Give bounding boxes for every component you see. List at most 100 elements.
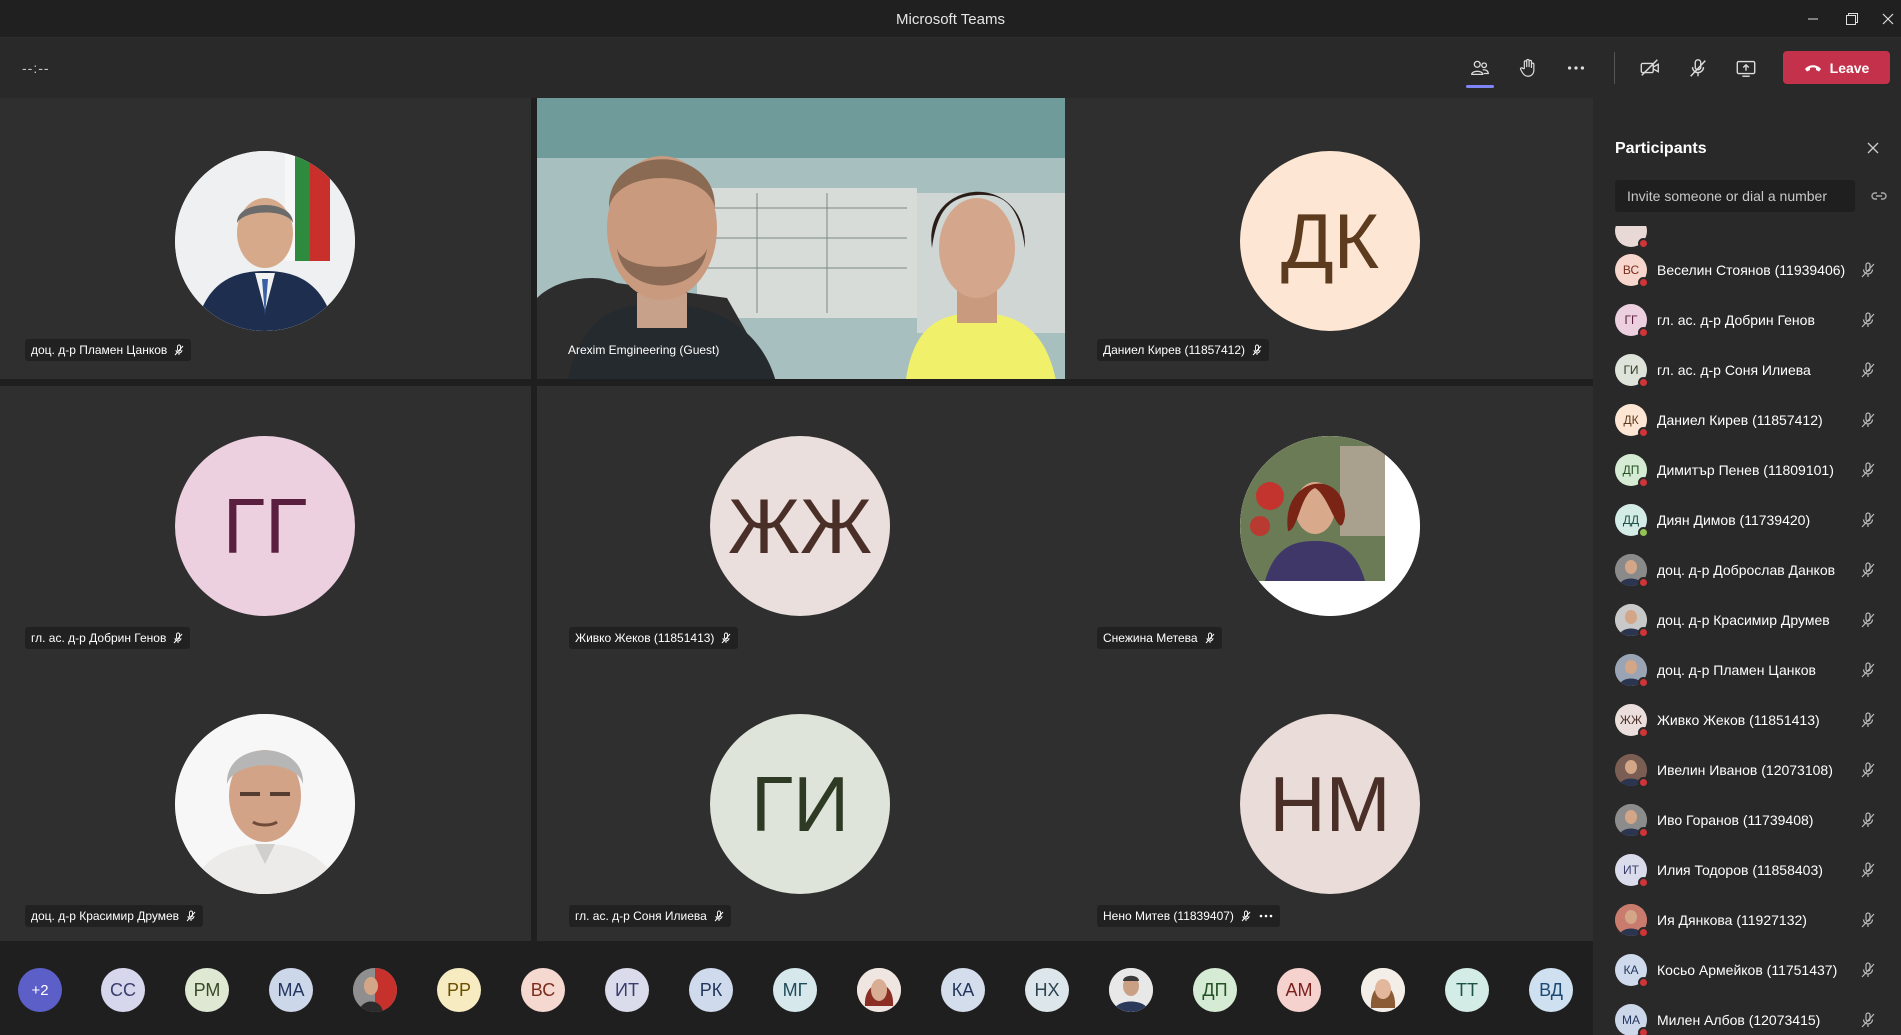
strip-avatar[interactable]: КА [941,968,985,1012]
participant-name: Даниел Кирев (11857412) [1103,343,1245,357]
mic-off-icon [1861,262,1875,278]
participant-name: доц. д-р Доброслав Данков [1657,562,1836,578]
participant-name: доц. д-р Красимир Друмев [1657,612,1830,628]
status-busy-icon [1638,727,1649,738]
video-tile[interactable]: ГГ гл. ас. д-р Добрин Генов [0,386,531,667]
video-tile[interactable]: доц. д-р Красимир Друмев [0,664,531,945]
status-busy-icon [1638,977,1649,988]
participant-row[interactable]: доц. д-р Красимир Друмев [1593,595,1901,645]
close-icon [1882,13,1894,25]
participant-name: Диян Димов (11739420) [1657,512,1811,528]
participant-row[interactable]: ИТ Илия Тодоров (11858403) [1593,845,1901,895]
participant-avatar-photo [1615,804,1649,838]
mic-off-icon [1861,762,1875,778]
strip-avatar-photo[interactable] [1361,968,1405,1012]
minimize-button[interactable] [1795,6,1831,32]
restore-button[interactable] [1834,6,1870,32]
phone-hangup-icon [1804,64,1821,71]
mic-off-icon [1861,612,1875,628]
participant-avatar: ГИ [1615,354,1649,388]
participant-row[interactable]: Ивелин Иванов (12073108) [1593,745,1901,795]
restore-icon [1846,13,1858,25]
participant-avatar: КА [1615,954,1649,988]
video-tile[interactable]: ЖЖ Живко Жеков (11851413) [537,386,1065,667]
video-tile[interactable]: Снежина Метева [1065,386,1593,667]
participant-name-tag: Нено Митев (11839407) [1097,905,1280,927]
strip-avatar[interactable]: РМ [185,968,229,1012]
participant-row[interactable]: КА Косьо Армейков (11751437) [1593,945,1901,995]
strip-avatar[interactable]: СС [101,968,145,1012]
strip-avatar[interactable]: ВД [1529,968,1573,1012]
strip-avatar[interactable]: ТТ [1445,968,1489,1012]
strip-avatar-photo[interactable] [1109,968,1153,1012]
participant-photo [1240,436,1420,616]
video-tile[interactable]: ДК Даниел Кирев (11857412) [1065,98,1593,379]
mic-off-icon [722,632,731,644]
strip-avatar[interactable]: АМ [1277,968,1321,1012]
panel-title: Participants [1615,140,1707,157]
strip-avatar[interactable]: ДП [1193,968,1237,1012]
strip-avatar[interactable]: РР [437,968,481,1012]
strip-avatar[interactable]: МГ [773,968,817,1012]
mic-toggle-button[interactable] [1680,50,1716,86]
status-busy-icon [1638,677,1649,688]
strip-avatar[interactable]: ИТ [605,968,649,1012]
video-tile[interactable]: НМ Нено Митев (11839407) [1065,664,1593,945]
participant-name: Косьо Армейков (11751437) [1657,962,1838,978]
strip-avatar[interactable]: РК [689,968,733,1012]
participant-row[interactable]: ДК Даниел Кирев (11857412) [1593,395,1901,445]
camera-toggle-button[interactable] [1632,50,1668,86]
participant-row[interactable]: доц. д-р Доброслав Данков [1593,545,1901,595]
participant-row[interactable]: ГИ гл. ас. д-р Соня Илиева [1593,345,1901,395]
share-screen-button[interactable] [1728,50,1764,86]
mic-off-icon [1252,344,1262,356]
video-tile[interactable]: Arexim Emgineering (Guest) [537,98,1065,379]
video-tile[interactable]: доц. д-р Пламен Цанков [0,98,531,379]
participant-initials: ВС [1622,263,1640,277]
mic-off-icon [714,910,724,922]
participant-name: Arexim Emgineering (Guest) [568,343,720,357]
mic-off-icon [186,910,196,922]
participant-name: Ия Дянкова (11927132) [1657,912,1807,928]
participant-row[interactable]: ДД Диян Димов (11739420) [1593,495,1901,545]
leave-label: Leave [1829,59,1870,76]
participant-initials-avatar: ЖЖ [710,436,890,616]
participant-name: гл. ас. д-р Добрин Генов [31,631,167,645]
show-participants-button[interactable] [1462,50,1498,88]
participant-row[interactable]: ДП Димитър Пенев (11809101) [1593,445,1901,495]
participant-row[interactable]: ЖЖ Живко Жеков (11851413) [1593,695,1901,745]
close-window-button[interactable] [1870,6,1901,32]
participant-row[interactable]: Иво Горанов (11739408) [1593,795,1901,845]
portrait-image [1361,968,1405,1012]
participant-name: доц. д-р Пламен Цанков [1657,662,1816,678]
participant-row[interactable]: ГГ гл. ас. д-р Добрин Генов [1593,295,1901,345]
more-actions-button[interactable] [1558,50,1594,86]
mic-off-icon [1861,712,1875,728]
strip-avatar[interactable]: МА [269,968,313,1012]
leave-button[interactable]: Leave [1783,51,1890,84]
participant-row[interactable]: Ия Дянкова (11927132) [1593,895,1901,945]
participant-row[interactable]: ВС Веселин Стоянов (11939406) [1593,245,1901,295]
overflow-participants-button[interactable]: +2 [18,968,62,1012]
share-link-icon[interactable] [1869,186,1889,206]
participant-avatar: ДД [1615,504,1649,538]
participant-row[interactable]: доц. д-р Пламен Цанков [1593,645,1901,695]
status-busy-icon [1638,627,1649,638]
more-icon[interactable] [1258,910,1274,922]
strip-avatar[interactable]: ВС [521,968,565,1012]
status-busy-icon [1638,1027,1649,1035]
close-panel-button[interactable] [1863,138,1883,158]
participant-avatar-photo [1615,554,1649,588]
invite-input[interactable] [1615,180,1855,212]
window-title: Microsoft Teams [896,11,1005,28]
video-tile[interactable]: ГИ гл. ас. д-р Соня Илиева [537,664,1065,945]
strip-avatar[interactable]: НХ [1025,968,1069,1012]
participant-row[interactable]: МА Милен Албов (12073415) [1593,995,1901,1035]
title-bar: Microsoft Teams [0,0,1901,38]
raise-hand-icon [1519,58,1535,77]
participant-avatar-photo [1615,654,1649,688]
participant-name-tag: Живко Жеков (11851413) [569,627,739,649]
raise-hand-button[interactable] [1510,50,1546,86]
strip-avatar-photo[interactable] [857,968,901,1012]
strip-avatar-photo[interactable] [353,968,397,1012]
